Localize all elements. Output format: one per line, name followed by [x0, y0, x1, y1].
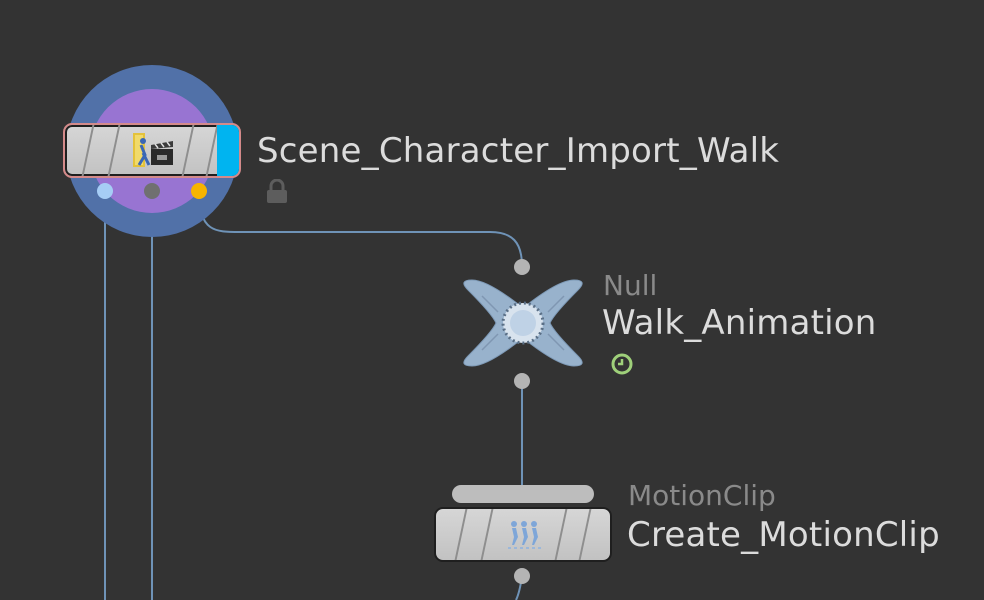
wire-scene-to-walk[interactable] — [198, 190, 523, 267]
null-node-body[interactable] — [458, 278, 588, 368]
motionclip-icon — [508, 521, 544, 549]
motionclip-node-type: MotionClip — [628, 479, 776, 512]
clock-icon[interactable] — [610, 352, 634, 376]
scene-output-port-right[interactable] — [191, 183, 207, 199]
scene-import-icon — [133, 133, 173, 167]
lock-icon[interactable] — [265, 179, 289, 205]
display-flag[interactable] — [217, 125, 239, 176]
motionclip-node-body[interactable] — [434, 507, 612, 562]
scene-node-body[interactable] — [63, 123, 241, 178]
walk-input-port[interactable] — [514, 259, 530, 275]
scene-output-port-left[interactable] — [97, 183, 113, 199]
scene-output-port-middle[interactable] — [144, 183, 160, 199]
motionclip-node-name[interactable]: Create_MotionClip — [627, 518, 940, 552]
scene-node-name[interactable]: Scene_Character_Import_Walk — [257, 134, 779, 168]
walk-node-name[interactable]: Walk_Animation — [602, 306, 877, 340]
motionclip-output-port[interactable] — [514, 568, 530, 584]
walk-node-type: Null — [603, 269, 658, 302]
motionclip-input-bar[interactable] — [452, 485, 594, 503]
walk-output-port[interactable] — [514, 373, 530, 389]
network-editor[interactable]: Scene_Character_Import_Walk Null Walk_An… — [0, 0, 984, 600]
